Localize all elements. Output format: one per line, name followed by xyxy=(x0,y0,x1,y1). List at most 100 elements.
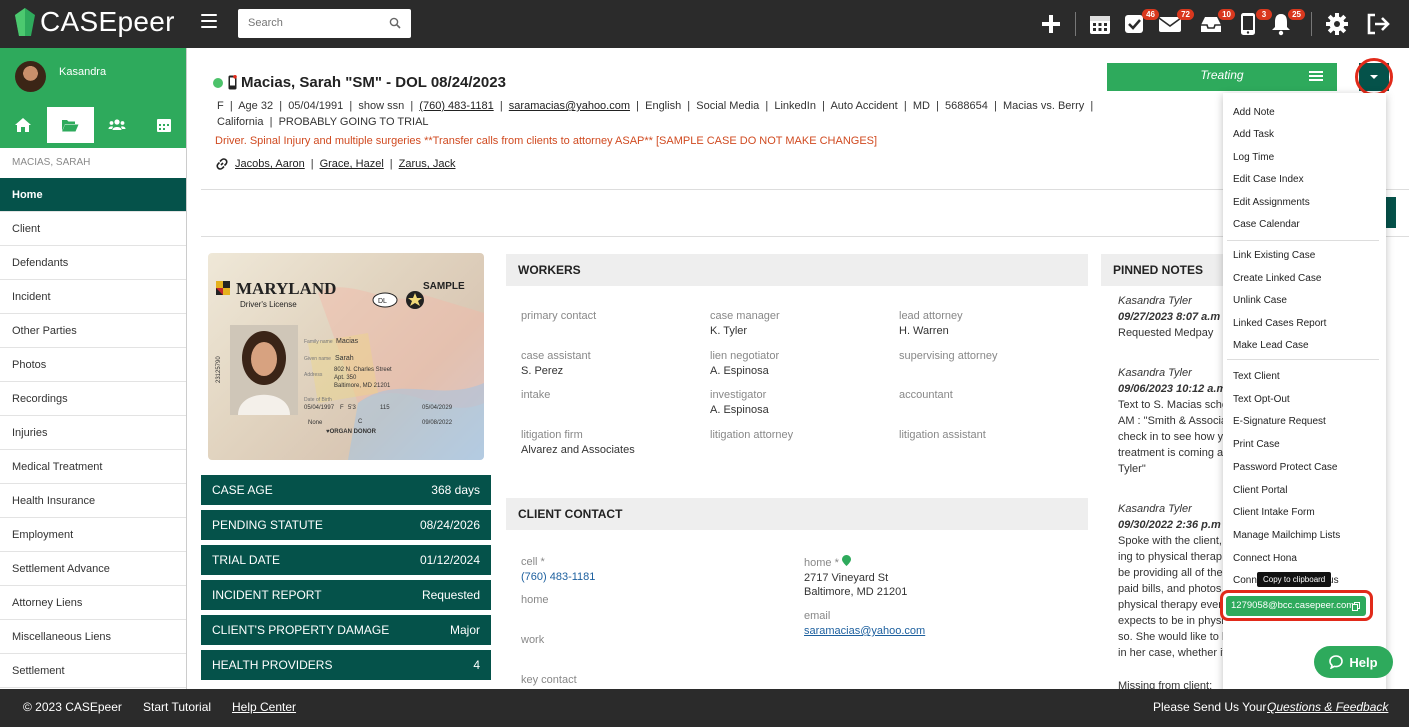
home-field: home xyxy=(521,594,549,606)
case-title: Macias, Sarah "SM" - DOL 08/24/2023 xyxy=(213,74,506,91)
highlight-circle xyxy=(1355,58,1393,96)
search-input[interactable] xyxy=(248,9,388,36)
drivers-license-image: MARYLAND Driver's License SAMPLE DL 2312… xyxy=(208,253,484,460)
show-ssn-link[interactable]: show ssn xyxy=(358,100,404,112)
menu-item-e-signature-request[interactable]: E-Signature Request xyxy=(1233,416,1326,427)
menu-item-edit-assignments[interactable]: Edit Assignments xyxy=(1233,197,1310,208)
stat-row[interactable]: INCIDENT REPORT Requested xyxy=(201,580,491,610)
menu-item-client-portal[interactable]: Client Portal xyxy=(1233,485,1287,496)
menu-item-add-task[interactable]: Add Task xyxy=(1233,129,1274,140)
sidebar-item-client[interactable]: Client xyxy=(0,212,186,246)
menu-item-make-lead-case[interactable]: Make Lead Case xyxy=(1233,340,1309,351)
client-email-link[interactable]: saramacias@yahoo.com xyxy=(804,625,925,637)
casepeer-logo-icon xyxy=(15,8,35,36)
tasks-button[interactable]: 46 xyxy=(1123,9,1159,36)
add-icon[interactable] xyxy=(1039,12,1063,36)
user-name[interactable]: Kasandra xyxy=(59,66,106,78)
tab-contacts[interactable] xyxy=(94,107,141,143)
sidebar-item-health-insurance[interactable]: Health Insurance xyxy=(0,484,186,518)
svg-text:Macias: Macias xyxy=(336,338,359,345)
menu-item-text-client[interactable]: Text Client xyxy=(1233,371,1280,382)
menu-item-text-opt-out[interactable]: Text Opt-Out xyxy=(1233,394,1290,405)
tab-calendar[interactable] xyxy=(140,107,187,143)
gear-icon[interactable] xyxy=(1325,12,1349,36)
status-dot xyxy=(213,77,223,88)
help-label: Help xyxy=(1349,654,1378,670)
case-status-button[interactable]: Treating xyxy=(1107,63,1337,91)
sidebar-item-settlement-advance[interactable]: Settlement Advance xyxy=(0,552,186,586)
sidebar-item-home[interactable]: Home xyxy=(0,178,186,212)
sidebar-item-incident[interactable]: Incident xyxy=(0,280,186,314)
email-link[interactable]: saramacias@yahoo.com xyxy=(509,100,630,112)
sidebar-item-attorney-liens[interactable]: Attorney Liens xyxy=(0,586,186,620)
search-icon[interactable] xyxy=(389,17,401,29)
logout-icon[interactable] xyxy=(1366,12,1390,36)
menu-item-case-calendar[interactable]: Case Calendar xyxy=(1233,219,1300,230)
stat-row[interactable]: HEALTH PROVIDERS 4 xyxy=(201,650,491,680)
tab-cases[interactable] xyxy=(46,107,94,143)
sidebar-item-recordings[interactable]: Recordings xyxy=(0,382,186,416)
sidebar-item-employment[interactable]: Employment xyxy=(0,518,186,552)
work-field: work xyxy=(521,634,545,646)
sidebar-item-photos[interactable]: Photos xyxy=(0,348,186,382)
svg-text:05/04/1997: 05/04/1997 xyxy=(304,405,335,411)
sidebar-item-medical-treatment[interactable]: Medical Treatment xyxy=(0,450,186,484)
copy-tooltip: Copy to clipboard xyxy=(1257,572,1332,587)
calendar-icon[interactable] xyxy=(1088,12,1112,36)
home-address-field: home * 2717 Vineyard St Baltimore, MD 21… xyxy=(804,555,908,598)
menu-item-create-linked-case[interactable]: Create Linked Case xyxy=(1233,273,1321,284)
sidebar-item-injuries[interactable]: Injuries xyxy=(0,416,186,450)
case-title-text: Macias, Sarah "SM" - DOL 08/24/2023 xyxy=(241,74,506,91)
map-pin-icon[interactable] xyxy=(841,555,851,566)
worker-field: accountant xyxy=(899,389,953,401)
menu-item-link-existing-case[interactable]: Link Existing Case xyxy=(1233,250,1315,261)
stat-row[interactable]: TRIAL DATE 01/12/2024 xyxy=(201,545,491,575)
tab-home[interactable] xyxy=(0,107,47,143)
menu-item-unlink-case[interactable]: Unlink Case xyxy=(1233,295,1287,306)
sidebar-item-other-parties[interactable]: Other Parties xyxy=(0,314,186,348)
menu-item-log-time[interactable]: Log Time xyxy=(1233,152,1274,163)
linked-contact-3[interactable]: Zarus, Jack xyxy=(399,158,456,170)
menu-item-connect-hona[interactable]: Connect Hona xyxy=(1233,553,1297,564)
stat-row[interactable]: CASE AGE 368 days xyxy=(201,475,491,505)
inbox-button[interactable]: 10 xyxy=(1199,9,1235,36)
sidebar-item-settlement[interactable]: Settlement xyxy=(0,654,186,688)
mobile-phone-icon xyxy=(228,75,237,90)
menu-item-client-intake-form[interactable]: Client Intake Form xyxy=(1233,507,1315,518)
notifications-button[interactable]: 25 xyxy=(1269,9,1305,36)
cell-link[interactable]: (760) 483-1181 xyxy=(521,571,595,583)
help-center-link[interactable]: Help Center xyxy=(232,700,296,714)
stat-label: HEALTH PROVIDERS xyxy=(212,658,333,672)
menu-item-password-protect-case[interactable]: Password Protect Case xyxy=(1233,462,1338,473)
sidebar-header: Kasandra xyxy=(0,48,186,148)
link-icon xyxy=(216,158,228,170)
sidebar-item-defendants[interactable]: Defendants xyxy=(0,246,186,280)
home-icon xyxy=(15,118,32,132)
logo[interactable]: CASEpeer xyxy=(14,6,175,38)
menu-item-manage-mailchimp-lists[interactable]: Manage Mailchimp Lists xyxy=(1233,530,1340,541)
sidebar: Kasandra MACIAS, SARAH Home Client Defenda… xyxy=(0,48,187,689)
menu-divider xyxy=(1227,359,1379,360)
menu-item-linked-cases-report[interactable]: Linked Cases Report xyxy=(1233,318,1326,329)
sidebar-item-miscellaneous-liens[interactable]: Miscellaneous Liens xyxy=(0,620,186,654)
avatar[interactable] xyxy=(15,61,46,92)
stat-row[interactable]: CLIENT'S PROPERTY DAMAGE Major xyxy=(201,615,491,645)
linked-contact-1[interactable]: Jacobs, Aaron xyxy=(235,158,305,170)
phone-button[interactable]: 3 xyxy=(1236,9,1272,36)
feedback-link[interactable]: Questions & Feedback xyxy=(1267,700,1388,714)
start-tutorial-link[interactable]: Start Tutorial xyxy=(143,700,211,714)
top-bar: CASEpeer 46 72 10 3 25 xyxy=(0,0,1409,48)
menu-icon[interactable] xyxy=(201,14,217,28)
menu-item-edit-case-index[interactable]: Edit Case Index xyxy=(1233,174,1304,185)
email-field: email saramacias@yahoo.com xyxy=(804,610,926,637)
phone-link[interactable]: (760) 483-1181 xyxy=(419,100,493,112)
linked-contact-2[interactable]: Grace, Hazel xyxy=(320,158,384,170)
mail-button[interactable]: 72 xyxy=(1158,9,1194,36)
stat-row[interactable]: PENDING STATUTE 08/24/2026 xyxy=(201,510,491,540)
search-box[interactable] xyxy=(238,9,411,38)
svg-text:None: None xyxy=(308,420,323,426)
svg-text:23125790: 23125790 xyxy=(216,356,222,383)
help-button[interactable]: Help xyxy=(1314,646,1393,678)
menu-item-print-case[interactable]: Print Case xyxy=(1233,439,1280,450)
menu-item-add-note[interactable]: Add Note xyxy=(1233,107,1275,118)
